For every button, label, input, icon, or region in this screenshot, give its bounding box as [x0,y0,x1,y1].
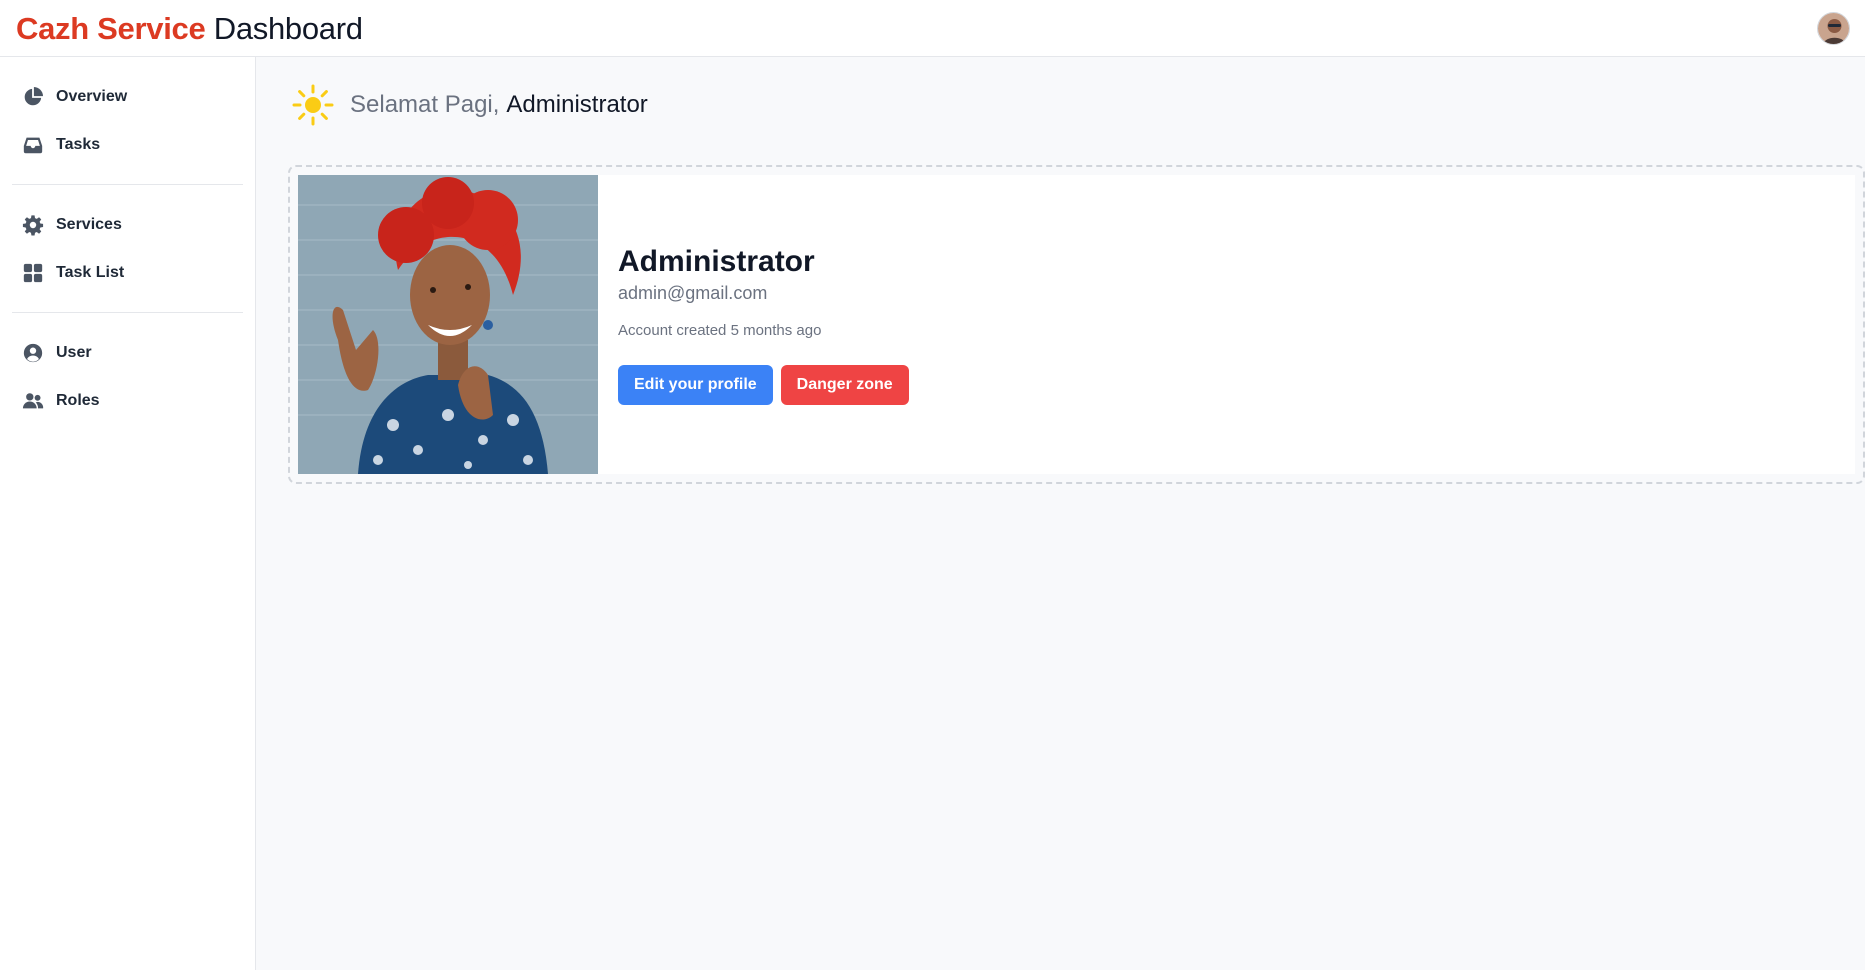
avatar-image [1818,12,1849,44]
greeting-name: Administrator [506,91,648,118]
profile-info: Administrator admin@gmail.com Account cr… [598,175,909,474]
sidebar-item-label: Overview [56,88,128,105]
profile-photo [298,175,598,474]
main-content: Selamat Pagi, Administrator Administrato… [256,57,1865,970]
users-icon [22,393,44,409]
sidebar-item-tasks[interactable]: Tasks [12,121,243,169]
grid-icon [23,263,43,283]
user-circle-icon [23,343,43,363]
sidebar-item-task-list[interactable]: Task List [12,249,243,297]
greeting: Selamat Pagi, Administrator [272,57,1849,153]
danger-zone-button[interactable]: Danger zone [780,364,909,405]
sidebar-item-label: Services [56,216,122,233]
sidebar-item-label: Roles [56,392,100,409]
edit-profile-button[interactable]: Edit your profile [618,364,773,405]
sidebar-item-label: User [56,344,92,361]
sun-icon [292,84,334,126]
inbox-icon [23,137,43,154]
profile-email: admin@gmail.com [618,282,768,303]
pie-chart-icon [24,87,43,106]
sidebar-item-label: Tasks [56,136,101,153]
gear-icon [22,215,44,236]
sidebar-divider [12,312,243,313]
sidebar-item-overview[interactable]: Overview [12,73,243,121]
brand-primary: Cazh Service [16,10,206,46]
sidebar-item-services[interactable]: Services [12,201,243,249]
brand-secondary: Dashboard [213,10,363,46]
sidebar-divider [12,184,243,185]
profile-actions: Edit your profile Danger zone [618,364,909,405]
sidebar: Overview Tasks Services Task List User R… [0,57,256,970]
brand-title[interactable]: Cazh Service Dashboard [16,13,363,44]
profile-name: Administrator [618,244,815,278]
avatar[interactable] [1817,11,1850,45]
sidebar-item-label: Task List [56,264,125,281]
profile-card: Administrator admin@gmail.com Account cr… [298,175,1855,474]
profile-card-outline: Administrator admin@gmail.com Account cr… [288,165,1865,484]
account-created: Account created 5 months ago [618,321,822,339]
greeting-salutation: Selamat Pagi, [350,91,500,118]
sidebar-item-roles[interactable]: Roles [12,377,243,425]
sidebar-item-user[interactable]: User [12,329,243,377]
top-bar: Cazh Service Dashboard [0,0,1865,57]
